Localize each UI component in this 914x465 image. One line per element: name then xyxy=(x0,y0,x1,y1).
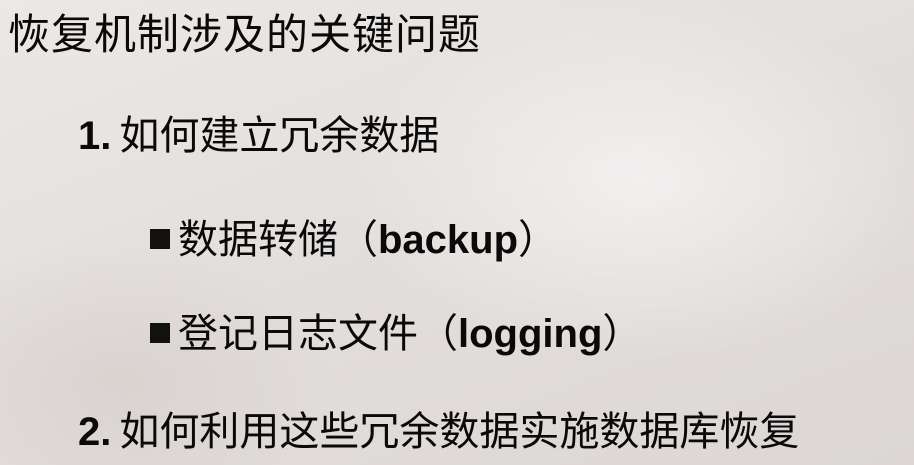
square-bullet-icon xyxy=(150,229,170,249)
slide: 恢复机制涉及的关键问题 1. 如何建立冗余数据 数据转储（backup） 登记日志… xyxy=(0,0,914,465)
list-item-1-text: 如何建立冗余数据 xyxy=(119,113,440,159)
list-item-1-number: 1. xyxy=(78,114,112,158)
sub-item-logging-cn: 登记日志文件 xyxy=(178,311,418,357)
sub-item-backup-paren-close: ） xyxy=(518,217,559,263)
list-item-2-text: 如何利用这些冗余数据实施数据库恢复 xyxy=(119,409,800,455)
sub-item-backup-cn: 数据转储 xyxy=(178,217,338,263)
sub-item-logging-paren-close: ） xyxy=(602,311,643,357)
list-item-2: 2. 如何利用这些冗余数据实施数据库恢复 xyxy=(78,412,799,452)
sub-item-logging-en: logging xyxy=(458,312,603,356)
sub-item-logging: 登记日志文件（logging） xyxy=(150,314,642,354)
sub-item-backup-en: backup xyxy=(378,218,519,262)
sub-item-backup-paren-open: （ xyxy=(338,217,378,263)
list-item-2-number: 2. xyxy=(78,410,112,454)
square-bullet-icon xyxy=(150,323,170,343)
slide-title: 恢复机制涉及的关键问题 xyxy=(8,10,482,59)
sub-item-logging-paren-open: （ xyxy=(418,311,458,357)
sub-item-backup: 数据转储（backup） xyxy=(150,220,558,260)
list-item-1: 1. 如何建立冗余数据 xyxy=(78,116,439,156)
